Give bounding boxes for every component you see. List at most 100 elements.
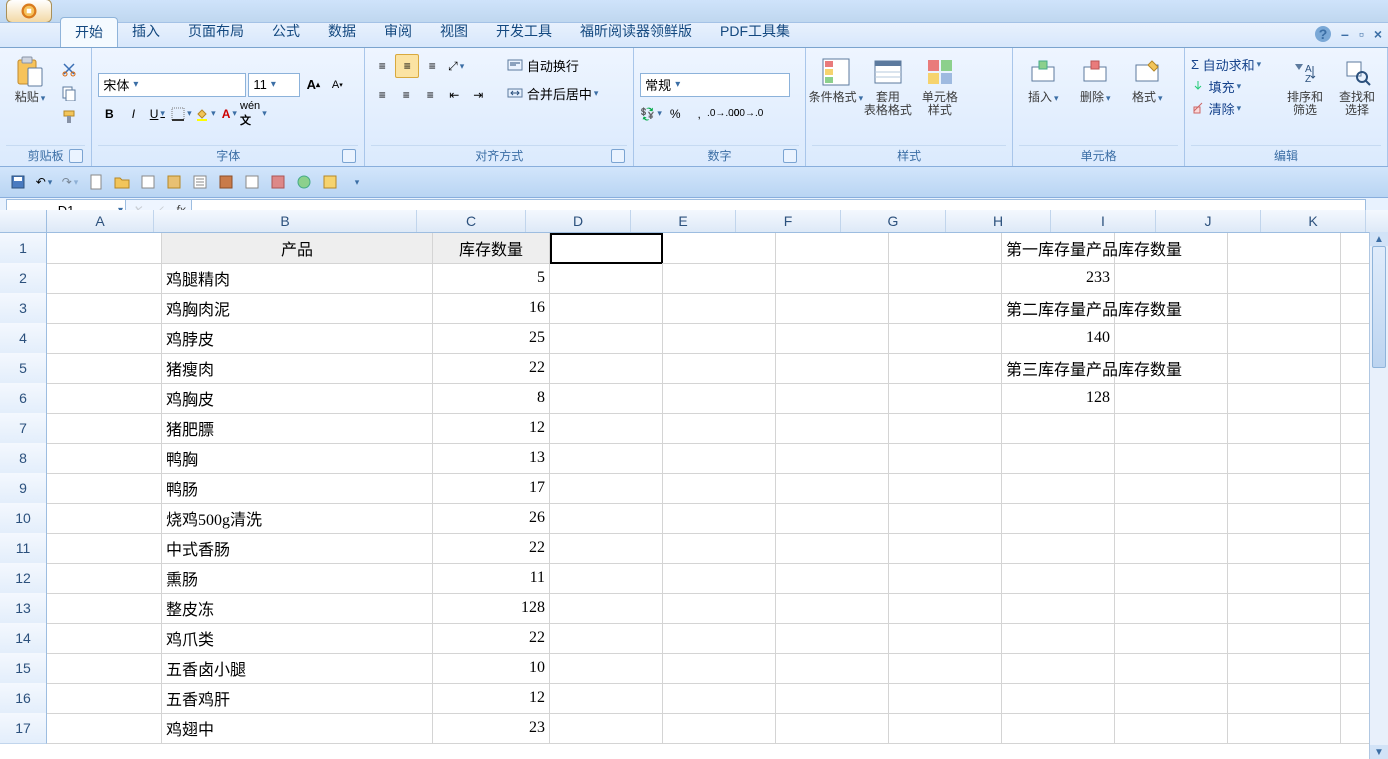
cell-C8[interactable]: 13 (433, 443, 550, 474)
cell-I10[interactable] (1115, 503, 1228, 534)
row-header-7[interactable]: 7 (0, 413, 47, 444)
row-header-3[interactable]: 3 (0, 293, 47, 324)
cell-G12[interactable] (889, 563, 1002, 594)
cell-H9[interactable] (1002, 473, 1115, 504)
cell-B4[interactable]: 鸡脖皮 (162, 323, 433, 354)
qat-btn-7[interactable] (294, 172, 314, 192)
cell-H17[interactable] (1002, 713, 1115, 744)
tab-2[interactable]: 页面布局 (174, 17, 258, 47)
tab-3[interactable]: 公式 (258, 17, 314, 47)
cell-A8[interactable] (47, 443, 162, 474)
row-header-12[interactable]: 12 (0, 563, 47, 594)
col-header-B[interactable]: B (154, 210, 417, 232)
row-header-8[interactable]: 8 (0, 443, 47, 474)
cell-J11[interactable] (1228, 533, 1341, 564)
row-header-5[interactable]: 5 (0, 353, 47, 384)
cell-I7[interactable] (1115, 413, 1228, 444)
cell-F3[interactable] (776, 293, 889, 324)
cell-E6[interactable] (663, 383, 776, 414)
qat-redo-icon[interactable]: ↷▾ (60, 172, 80, 192)
cell-I9[interactable] (1115, 473, 1228, 504)
font-dialog-launcher[interactable] (342, 149, 356, 163)
cell-G17[interactable] (889, 713, 1002, 744)
cell-J12[interactable] (1228, 563, 1341, 594)
cell-D4[interactable] (550, 323, 663, 354)
format-as-table-button[interactable]: 套用 表格格式 (864, 52, 912, 117)
cell-I16[interactable] (1115, 683, 1228, 714)
align-center-button[interactable]: ≡ (395, 84, 417, 106)
row-header-4[interactable]: 4 (0, 323, 47, 354)
cell-J2[interactable] (1228, 263, 1341, 294)
cell-F11[interactable] (776, 533, 889, 564)
cell-C2[interactable]: 5 (433, 263, 550, 294)
increase-indent-button[interactable]: ⇥ (467, 84, 489, 106)
cell-E4[interactable] (663, 323, 776, 354)
cell-H11[interactable] (1002, 533, 1115, 564)
cell-B15[interactable]: 五香卤小腿 (162, 653, 433, 684)
cell-J10[interactable] (1228, 503, 1341, 534)
cell-I8[interactable] (1115, 443, 1228, 474)
cell-A6[interactable] (47, 383, 162, 414)
cell-J3[interactable] (1228, 293, 1341, 324)
cell-I4[interactable] (1115, 323, 1228, 354)
cell-H7[interactable] (1002, 413, 1115, 444)
cell-E17[interactable] (663, 713, 776, 744)
cell-J16[interactable] (1228, 683, 1341, 714)
align-right-button[interactable]: ≡ (419, 84, 441, 106)
cell-G10[interactable] (889, 503, 1002, 534)
cell-D16[interactable] (550, 683, 663, 714)
row-header-13[interactable]: 13 (0, 593, 47, 624)
cell-F14[interactable] (776, 623, 889, 654)
tab-4[interactable]: 数据 (314, 17, 370, 47)
cell-F6[interactable] (776, 383, 889, 414)
cell-I13[interactable] (1115, 593, 1228, 624)
currency-button[interactable]: 💱▾ (640, 103, 662, 125)
cell-C1[interactable]: 库存数量 (433, 233, 550, 264)
cell-D9[interactable] (550, 473, 663, 504)
qat-btn-3[interactable] (190, 172, 210, 192)
align-top-button[interactable]: ≡ (371, 55, 393, 77)
row-header-17[interactable]: 17 (0, 713, 47, 744)
cell-G5[interactable] (889, 353, 1002, 384)
bold-button[interactable]: B (98, 103, 120, 125)
cell-A17[interactable] (47, 713, 162, 744)
cell-B1[interactable]: 产品 (162, 233, 433, 264)
cell-H2[interactable]: 233 (1002, 263, 1115, 294)
cell-A1[interactable] (47, 233, 162, 264)
col-header-H[interactable]: H (946, 210, 1051, 232)
close-button[interactable]: × (1374, 26, 1382, 42)
cell-E7[interactable] (663, 413, 776, 444)
format-cells-button[interactable]: 格式▾ (1123, 52, 1171, 105)
cell-D14[interactable] (550, 623, 663, 654)
decrease-decimal-button[interactable]: .00→.0 (736, 103, 758, 125)
cell-J6[interactable] (1228, 383, 1341, 414)
cell-C5[interactable]: 22 (433, 353, 550, 384)
cell-F2[interactable] (776, 263, 889, 294)
cell-J17[interactable] (1228, 713, 1341, 744)
cell-G9[interactable] (889, 473, 1002, 504)
cell-J1[interactable] (1228, 233, 1341, 264)
cell-G4[interactable] (889, 323, 1002, 354)
cell-F12[interactable] (776, 563, 889, 594)
cell-F16[interactable] (776, 683, 889, 714)
cell-G3[interactable] (889, 293, 1002, 324)
cell-A11[interactable] (47, 533, 162, 564)
worksheet[interactable]: ABCDEFGHIJK1产品库存数量第一库存量产品库存数量2鸡腿精肉52333鸡… (0, 210, 1388, 759)
cell-I14[interactable] (1115, 623, 1228, 654)
cell-B8[interactable]: 鸭胸 (162, 443, 433, 474)
cell-F9[interactable] (776, 473, 889, 504)
cell-C17[interactable]: 23 (433, 713, 550, 744)
cell-B3[interactable]: 鸡胸肉泥 (162, 293, 433, 324)
cell-C7[interactable]: 12 (433, 413, 550, 444)
cell-B17[interactable]: 鸡翅中 (162, 713, 433, 744)
cell-D6[interactable] (550, 383, 663, 414)
cell-C13[interactable]: 128 (433, 593, 550, 624)
merge-center-button[interactable]: 合并后居中▾ (503, 82, 602, 104)
cell-H10[interactable] (1002, 503, 1115, 534)
qat-btn-5[interactable] (242, 172, 262, 192)
align-dialog-launcher[interactable] (611, 149, 625, 163)
row-header-11[interactable]: 11 (0, 533, 47, 564)
font-size-select[interactable]: 11▾ (248, 73, 300, 97)
help-icon[interactable]: ? (1315, 26, 1331, 42)
cell-H3[interactable]: 第二库存量产品库存数量 (1002, 293, 1115, 324)
